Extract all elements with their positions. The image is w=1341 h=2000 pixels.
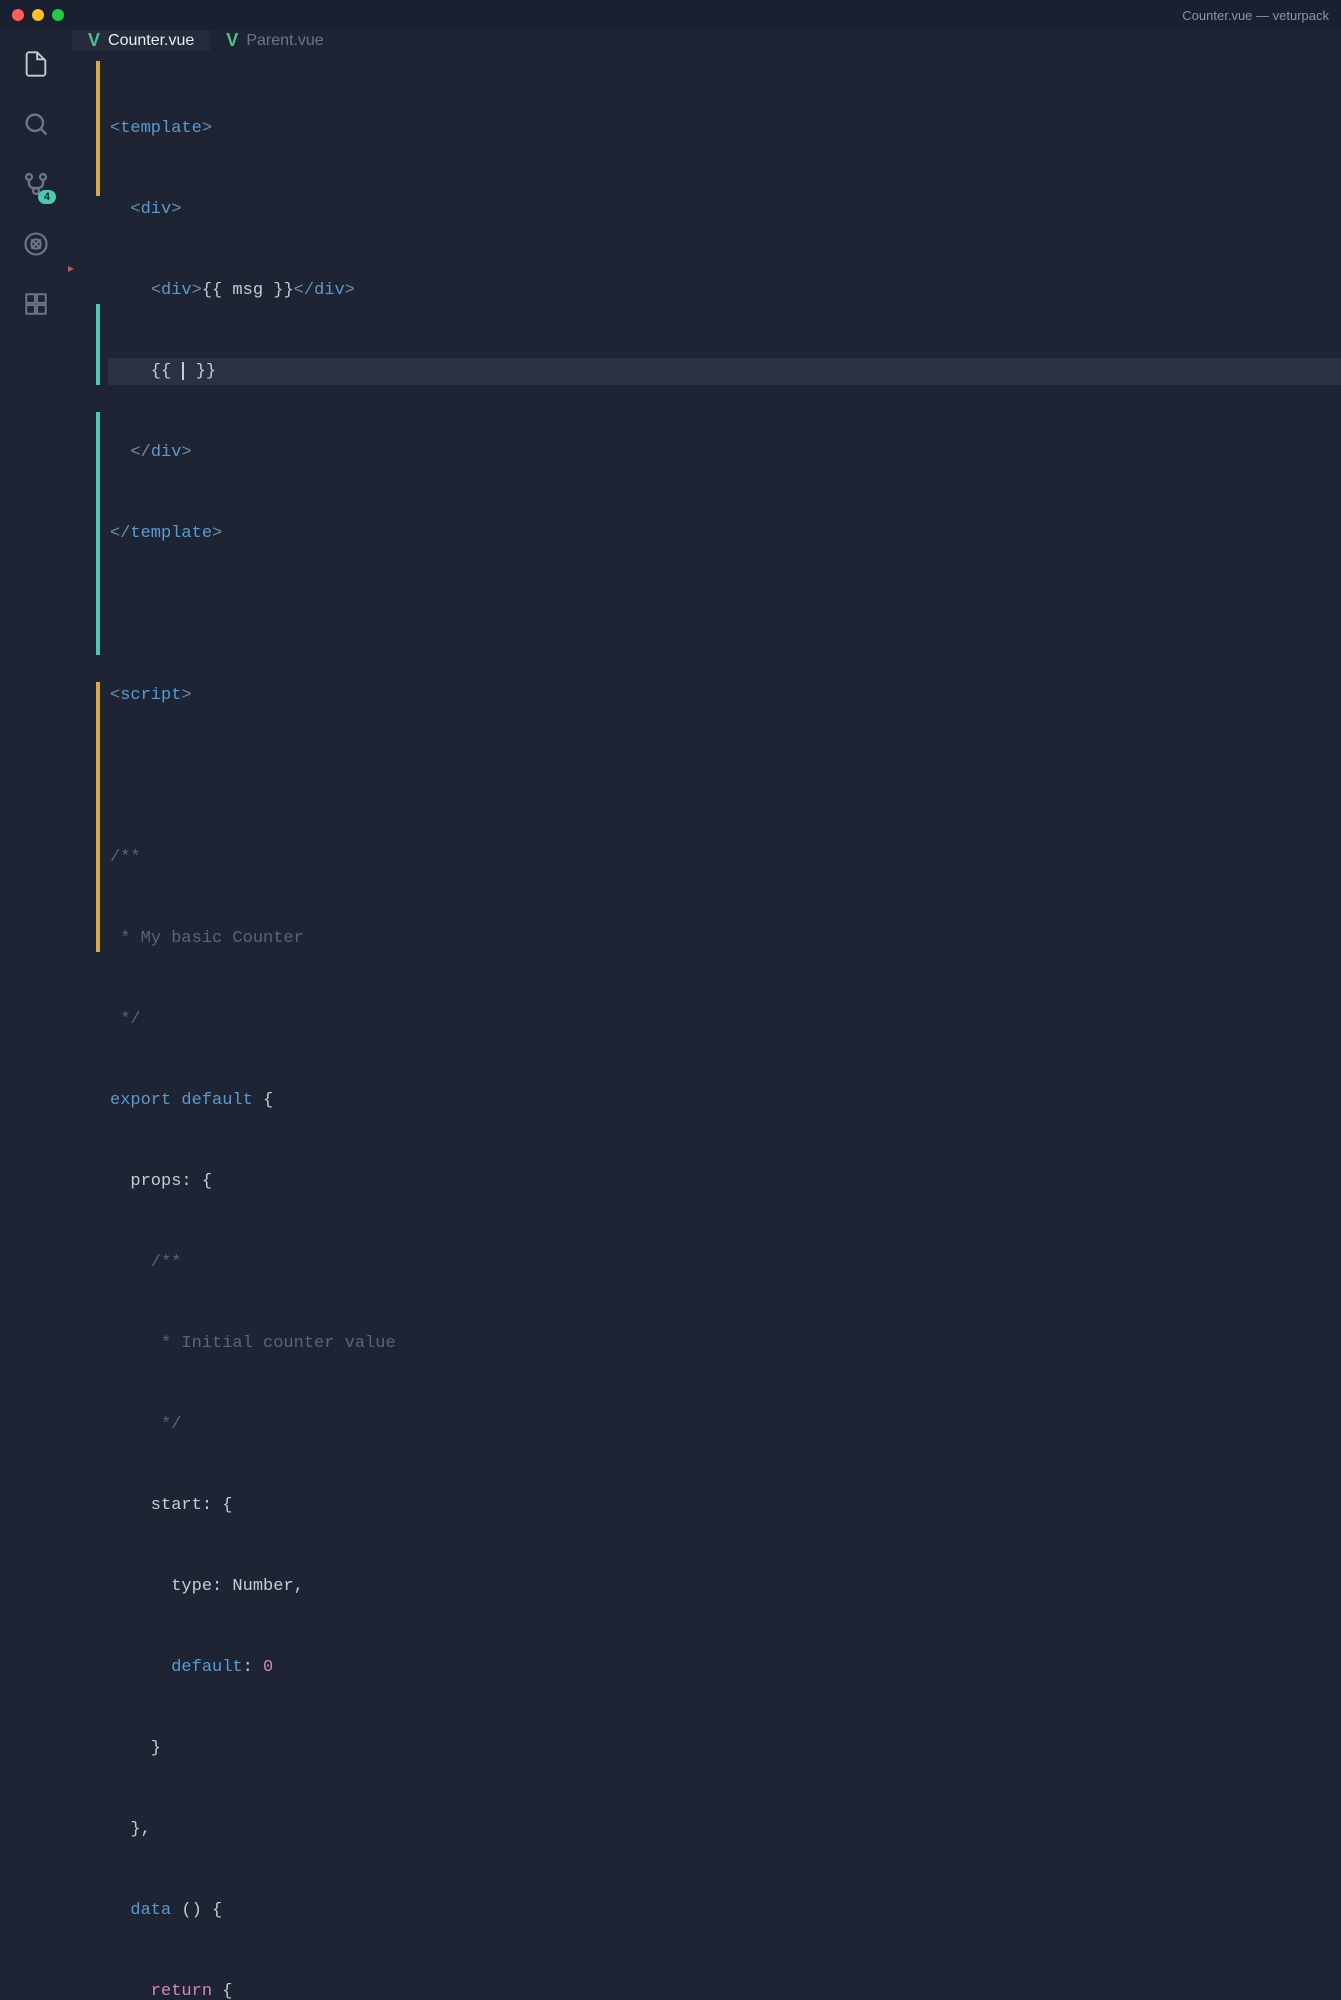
- maximize-window-button[interactable]: [52, 9, 64, 21]
- tab-bar: V Counter.vue V Parent.vue: [72, 30, 1341, 51]
- tab-label: Counter.vue: [108, 32, 194, 50]
- search-icon[interactable]: [20, 108, 52, 140]
- tab-label: Parent.vue: [246, 32, 323, 50]
- explorer-icon[interactable]: [20, 48, 52, 80]
- tab-parent-vue[interactable]: V Parent.vue: [210, 30, 339, 51]
- close-window-button[interactable]: [12, 9, 24, 21]
- vue-icon: V: [226, 30, 238, 51]
- traffic-lights: [12, 9, 64, 21]
- source-control-icon[interactable]: 4: [20, 168, 52, 200]
- tab-counter-vue[interactable]: V Counter.vue: [72, 30, 210, 51]
- code-content[interactable]: <template> <div> <div>{{ msg }}</div> {{…: [108, 61, 1341, 2000]
- editor-area: V Counter.vue V Parent.vue ▸: [72, 30, 1341, 1000]
- gutter: ▸: [72, 61, 108, 2000]
- titlebar: Counter.vue — veturpack: [0, 0, 1341, 30]
- activitybar: 4: [0, 30, 72, 1000]
- extensions-icon[interactable]: [20, 288, 52, 320]
- scm-badge: 4: [38, 190, 56, 204]
- window-title: Counter.vue — veturpack: [1182, 8, 1329, 23]
- debug-icon[interactable]: [20, 228, 52, 260]
- minimize-window-button[interactable]: [32, 9, 44, 21]
- editor[interactable]: ▸: [72, 51, 1341, 2000]
- vue-icon: V: [88, 30, 100, 51]
- main-area: 4 V Counter.vue V Parent.vue: [0, 30, 1341, 1000]
